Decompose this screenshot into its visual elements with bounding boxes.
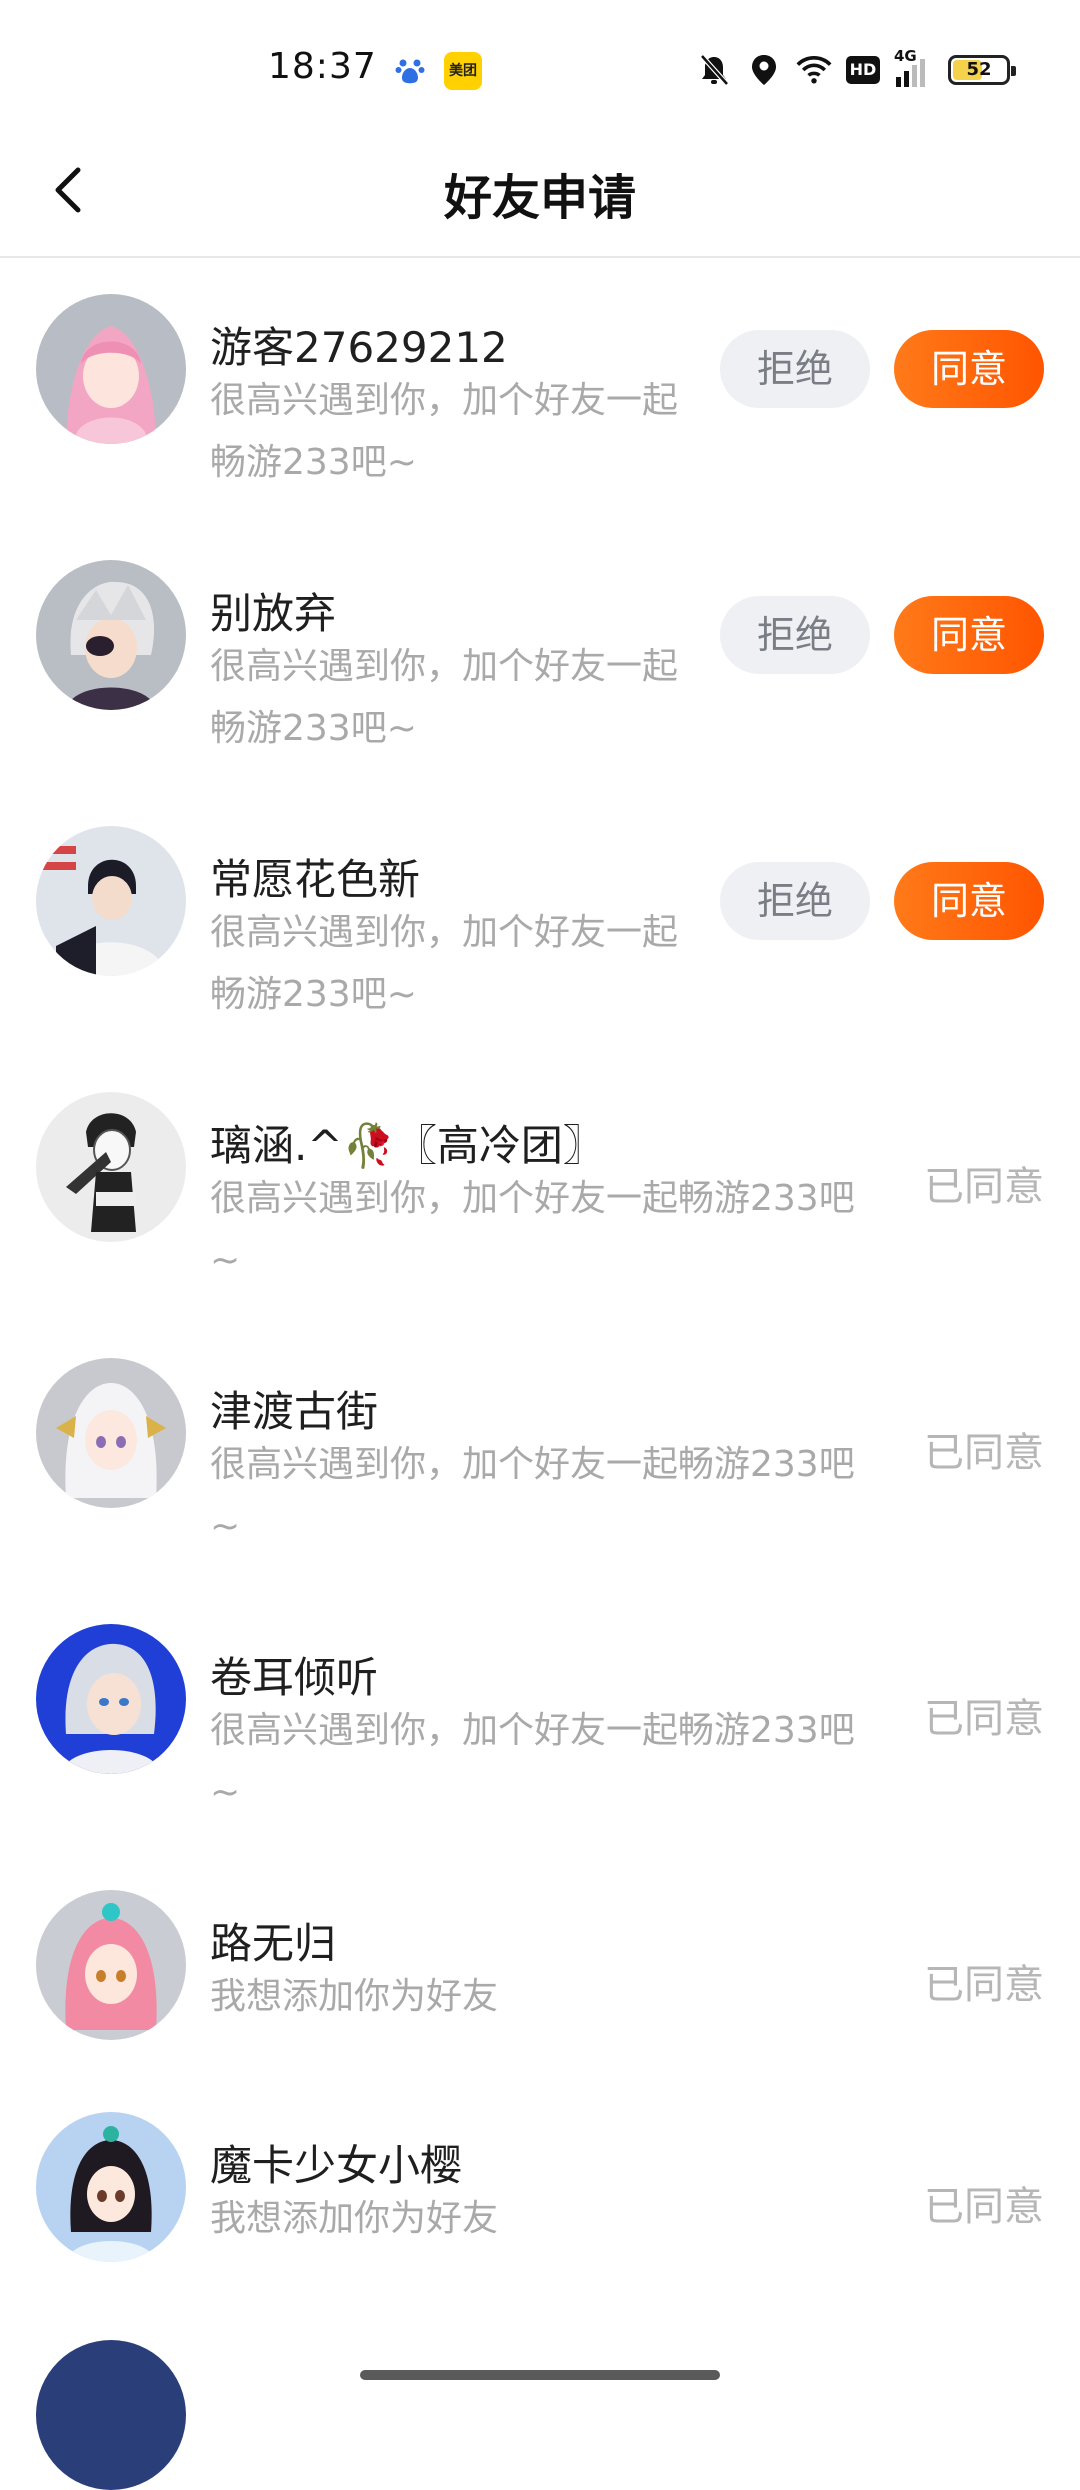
requester-name: 常愿花色新 bbox=[210, 855, 421, 904]
avatar[interactable] bbox=[36, 1624, 186, 1774]
request-message: 很高兴遇到你，加个好友一起畅游233吧~ bbox=[210, 1710, 855, 1813]
request-message: 很高兴遇到你，加个好友一起畅游233吧~ bbox=[210, 646, 679, 749]
requester-name: 游客27629212 bbox=[210, 323, 508, 372]
agree-button[interactable]: 同意 bbox=[894, 862, 1044, 940]
friend-request-item[interactable]: 游客27629212 很高兴遇到你，加个好友一起畅游233吧~ 拒绝 同意 bbox=[0, 258, 1080, 524]
meituan-icon: 美团 bbox=[444, 52, 482, 90]
request-status: 已同意 bbox=[924, 1962, 1044, 2008]
reject-button[interactable]: 拒绝 bbox=[720, 862, 870, 940]
signal-4g-icon: 4G bbox=[894, 47, 934, 89]
request-status: 已同意 bbox=[924, 1430, 1044, 1476]
request-message: 我想添加你为好友 bbox=[210, 2198, 499, 2239]
avatar[interactable] bbox=[36, 294, 186, 444]
requester-name: 卷耳倾听 bbox=[210, 1653, 379, 1702]
request-message: 很高兴遇到你，加个好友一起畅游233吧~ bbox=[210, 1178, 855, 1281]
request-status: 已同意 bbox=[924, 1164, 1044, 1210]
status-bar: 18:37 美团 HD 4G 52 bbox=[0, 0, 1080, 130]
agree-button[interactable]: 同意 bbox=[894, 596, 1044, 674]
request-message: 很高兴遇到你，加个好友一起畅游233吧~ bbox=[210, 380, 679, 483]
request-status: 已同意 bbox=[924, 2184, 1044, 2230]
friend-request-item[interactable]: 璃涵.^🥀〖高冷团〗 很高兴遇到你，加个好友一起畅游233吧~ 已同意 bbox=[0, 1056, 1080, 1322]
avatar[interactable] bbox=[36, 826, 186, 976]
battery-level: 52 bbox=[966, 59, 992, 80]
request-message: 我想添加你为好友 bbox=[210, 1976, 499, 2017]
wifi-icon bbox=[796, 52, 832, 88]
requester-name: 别放弃 bbox=[210, 589, 337, 638]
page-title: 好友申请 bbox=[443, 170, 636, 226]
friend-request-item[interactable]: 魔卡少女小樱 我想添加你为好友 已同意 bbox=[0, 2076, 1080, 2342]
avatar[interactable] bbox=[36, 560, 186, 710]
status-icons: HD 4G 52 bbox=[696, 47, 1016, 92]
friend-request-item[interactable]: 卷耳倾听 很高兴遇到你，加个好友一起畅游233吧~ 已同意 bbox=[0, 1588, 1080, 1854]
reject-button[interactable]: 拒绝 bbox=[720, 330, 870, 408]
request-message: 很高兴遇到你，加个好友一起畅游233吧~ bbox=[210, 912, 679, 1015]
status-time: 18:37 bbox=[268, 46, 377, 87]
agree-button[interactable]: 同意 bbox=[894, 330, 1044, 408]
friend-request-item[interactable]: 津渡古街 很高兴遇到你，加个好友一起畅游233吧~ 已同意 bbox=[0, 1322, 1080, 1588]
location-icon bbox=[746, 52, 782, 88]
reject-button[interactable]: 拒绝 bbox=[720, 596, 870, 674]
avatar[interactable] bbox=[36, 1358, 186, 1508]
requester-name: 魔卡少女小樱 bbox=[210, 2141, 463, 2190]
request-message: 很高兴遇到你，加个好友一起畅游233吧~ bbox=[210, 1444, 855, 1547]
header-bar: 好友申请 bbox=[0, 130, 1080, 258]
mute-bell-icon bbox=[696, 52, 732, 88]
avatar[interactable] bbox=[36, 1890, 186, 2040]
avatar[interactable] bbox=[36, 2340, 186, 2490]
requester-name: 津渡古街 bbox=[210, 1387, 379, 1436]
requester-name: 璃涵.^🥀〖高冷团〗 bbox=[210, 1121, 605, 1170]
avatar[interactable] bbox=[36, 2112, 186, 2262]
hd-icon: HD bbox=[846, 56, 880, 84]
home-indicator[interactable] bbox=[360, 2370, 720, 2380]
request-status: 已同意 bbox=[924, 1696, 1044, 1742]
requester-name: 路无归 bbox=[210, 1919, 337, 1968]
baidu-icon bbox=[395, 55, 425, 87]
battery-icon: 52 bbox=[948, 55, 1016, 85]
friend-request-item[interactable]: 常愿花色新 很高兴遇到你，加个好友一起畅游233吧~ 拒绝 同意 bbox=[0, 790, 1080, 1056]
avatar[interactable] bbox=[36, 1092, 186, 1242]
friend-request-item[interactable]: 别放弃 很高兴遇到你，加个好友一起畅游233吧~ 拒绝 同意 bbox=[0, 524, 1080, 790]
